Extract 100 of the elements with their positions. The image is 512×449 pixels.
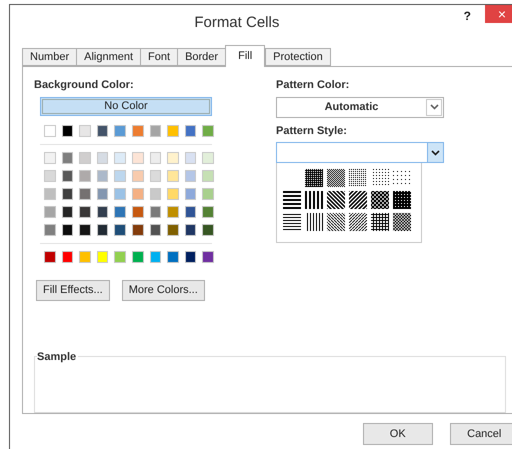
help-button[interactable]: ?	[464, 7, 471, 25]
color-swatch[interactable]	[96, 250, 108, 262]
color-swatch[interactable]	[79, 152, 91, 164]
color-swatch[interactable]	[150, 124, 162, 136]
pattern-style-label: Pattern Style:	[276, 124, 348, 138]
color-swatch[interactable]	[114, 124, 126, 136]
color-swatch[interactable]	[44, 250, 56, 262]
color-swatch[interactable]	[114, 188, 126, 200]
color-swatch[interactable]	[96, 206, 108, 218]
color-swatch[interactable]	[202, 170, 214, 182]
color-swatch[interactable]	[62, 250, 74, 262]
color-swatch[interactable]	[96, 124, 108, 136]
color-swatch[interactable]	[202, 152, 214, 164]
color-swatch[interactable]	[150, 224, 162, 236]
color-swatch[interactable]	[167, 188, 179, 200]
pattern-swatch[interactable]	[327, 169, 345, 187]
pattern-color-dropdown[interactable]: Automatic	[276, 96, 444, 118]
color-swatch[interactable]	[114, 250, 126, 262]
color-swatch[interactable]	[150, 250, 162, 262]
color-swatch[interactable]	[184, 170, 196, 182]
color-swatch[interactable]	[96, 224, 108, 236]
pattern-swatch[interactable]	[393, 191, 411, 209]
color-swatch[interactable]	[167, 170, 179, 182]
color-swatch[interactable]	[202, 250, 214, 262]
color-swatch[interactable]	[96, 170, 108, 182]
color-swatch[interactable]	[132, 152, 144, 164]
color-swatch[interactable]	[114, 224, 126, 236]
pattern-swatch[interactable]	[393, 213, 411, 231]
color-swatch[interactable]	[167, 224, 179, 236]
dialog-button[interactable]: Fill Effects...	[36, 280, 110, 300]
color-swatch[interactable]	[114, 170, 126, 182]
color-swatch[interactable]	[184, 188, 196, 200]
color-swatch[interactable]	[150, 188, 162, 200]
pattern-swatch[interactable]	[349, 169, 367, 187]
tab[interactable]: Font	[140, 48, 178, 66]
color-swatch[interactable]	[44, 224, 56, 236]
color-swatch[interactable]	[132, 250, 144, 262]
color-swatch[interactable]	[62, 170, 74, 182]
color-swatch[interactable]	[132, 188, 144, 200]
color-swatch[interactable]	[184, 250, 196, 262]
color-swatch[interactable]	[44, 124, 56, 136]
color-swatch[interactable]	[44, 188, 56, 200]
color-swatch[interactable]	[44, 170, 56, 182]
color-swatch[interactable]	[202, 224, 214, 236]
color-swatch[interactable]	[150, 170, 162, 182]
color-swatch[interactable]	[62, 224, 74, 236]
tab[interactable]: Number	[22, 48, 76, 66]
no-color-button[interactable]: No Color	[40, 96, 212, 116]
color-swatch[interactable]	[132, 124, 144, 136]
dialog-button[interactable]: Cancel	[450, 423, 512, 445]
tab[interactable]: Border	[177, 48, 226, 66]
color-swatch[interactable]	[150, 152, 162, 164]
color-swatch[interactable]	[79, 224, 91, 236]
pattern-swatch[interactable]	[371, 191, 389, 209]
pattern-swatch[interactable]	[327, 213, 345, 231]
pattern-swatch[interactable]	[283, 191, 301, 209]
color-swatch[interactable]	[184, 206, 196, 218]
color-swatch[interactable]	[132, 206, 144, 218]
color-swatch[interactable]	[96, 188, 108, 200]
color-swatch[interactable]	[184, 124, 196, 136]
pattern-swatch[interactable]	[349, 213, 367, 231]
tab[interactable]: Fill	[225, 45, 266, 67]
color-swatch[interactable]	[150, 206, 162, 218]
pattern-swatch[interactable]	[327, 191, 345, 209]
color-swatch[interactable]	[167, 250, 179, 262]
color-swatch[interactable]	[184, 224, 196, 236]
pattern-style-dropdown[interactable]	[276, 142, 444, 163]
color-swatch[interactable]	[62, 188, 74, 200]
color-swatch[interactable]	[79, 206, 91, 218]
color-swatch[interactable]	[167, 152, 179, 164]
pattern-swatch[interactable]	[305, 191, 323, 209]
pattern-swatch[interactable]	[305, 169, 323, 187]
dialog-button[interactable]: OK	[363, 423, 432, 445]
dialog-button[interactable]: More Colors...	[122, 280, 205, 300]
color-swatch[interactable]	[44, 206, 56, 218]
color-swatch[interactable]	[79, 188, 91, 200]
color-swatch[interactable]	[44, 152, 56, 164]
color-swatch[interactable]	[202, 188, 214, 200]
tab[interactable]: Alignment	[76, 48, 140, 66]
color-swatch[interactable]	[62, 124, 74, 136]
pattern-swatch[interactable]	[371, 213, 389, 231]
pattern-swatch[interactable]	[349, 191, 367, 209]
color-swatch[interactable]	[167, 124, 179, 136]
color-swatch[interactable]	[62, 152, 74, 164]
color-swatch[interactable]	[184, 152, 196, 164]
color-swatch[interactable]	[114, 206, 126, 218]
color-swatch[interactable]	[167, 206, 179, 218]
color-swatch[interactable]	[202, 206, 214, 218]
color-swatch[interactable]	[79, 124, 91, 136]
color-swatch[interactable]	[62, 206, 74, 218]
color-swatch[interactable]	[132, 224, 144, 236]
color-swatch[interactable]	[132, 170, 144, 182]
color-swatch[interactable]	[79, 250, 91, 262]
close-button[interactable]: ×	[485, 5, 512, 23]
tab[interactable]: Protection	[265, 48, 331, 66]
window-title: Format Cells	[194, 13, 280, 33]
color-swatch[interactable]	[114, 152, 126, 164]
color-swatch[interactable]	[96, 152, 108, 164]
color-swatch[interactable]	[202, 124, 214, 136]
color-swatch[interactable]	[79, 170, 91, 182]
